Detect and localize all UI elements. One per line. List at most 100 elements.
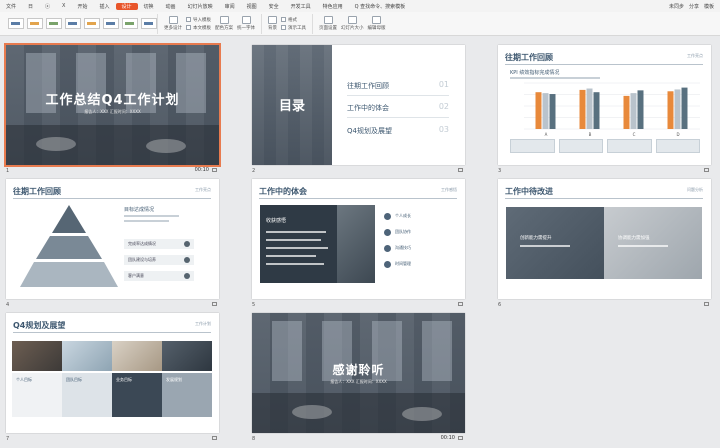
theme-gallery <box>0 18 157 29</box>
slide-thumb-2[interactable]: 目录 往期工作回顾 01 工作中的体会 02 Q4规划及展望 03 2 <box>252 45 465 176</box>
menu-home[interactable]: 开始 <box>71 3 93 10</box>
pyramid-label: 目标达成情况 <box>124 207 155 213</box>
slide-1[interactable]: 工作总结Q4工作计划 报告人：XXX 汇报时间：XXXX <box>4 43 221 167</box>
transition-icon[interactable] <box>458 302 463 306</box>
tools-label: 演示工具 <box>288 25 306 31</box>
color-scheme-button[interactable]: 配色方案 <box>215 16 233 31</box>
text-line <box>618 245 668 247</box>
text-line <box>124 220 169 222</box>
slide-size-button[interactable]: 幻灯片大小 <box>341 16 364 31</box>
menu-undo[interactable]: ⓧ <box>39 3 56 10</box>
transition-icon[interactable] <box>212 436 217 440</box>
slide-thumb-1[interactable]: 工作总结Q4工作计划 报告人：XXX 汇报时间：XXXX 1 00:10 <box>4 43 221 176</box>
menu-redo[interactable]: Ⅹ <box>56 3 71 9</box>
clock-icon <box>384 261 391 268</box>
slide-number: 4 <box>6 302 10 308</box>
slide-thumb-5[interactable]: 工作中的体会 工作感悟 收获感悟 个人成长 团队协作 沟通技巧 时间管理 5 <box>252 179 465 310</box>
chart-bar <box>623 95 630 129</box>
menu-slideshow[interactable]: 幻灯片放映 <box>182 3 219 10</box>
star-icon <box>184 273 190 279</box>
divider <box>259 198 457 199</box>
theme-thumb[interactable] <box>122 18 138 29</box>
slide-thumb-3[interactable]: 往期工作回顾 工作亮点 KPI 绩效指标完成情况 A B C D 3 <box>498 45 711 176</box>
menu-review[interactable]: 审阅 <box>219 3 241 10</box>
doc-template-button[interactable]: 本文模板 <box>186 25 211 31</box>
col-title-1: 个人目标 <box>16 377 32 382</box>
background-button[interactable]: 背景 <box>268 16 277 31</box>
toc-item-3: Q4规划及展望 <box>347 127 392 135</box>
menu-insert[interactable]: 插入 <box>94 3 116 10</box>
format-button[interactable]: 格式 <box>281 17 306 23</box>
slide-heading: Q4规划及展望 <box>13 321 66 330</box>
toc-item-2: 工作中的体会 <box>347 104 389 112</box>
share-button[interactable]: 分享 <box>689 3 699 10</box>
menu-file[interactable]: 文件 <box>0 3 22 10</box>
sync-status[interactable]: 未同步 <box>669 3 684 10</box>
text-line <box>266 231 326 233</box>
transition-icon[interactable] <box>458 436 463 440</box>
transition-icon[interactable] <box>704 302 709 306</box>
slide-7[interactable]: Q4规划及展望 工作计划 个人目标 团队目标 业务目标 发展规划 <box>6 313 219 433</box>
toc-item-1: 往期工作回顾 <box>347 82 389 90</box>
edit-master-button[interactable]: 编辑母版 <box>368 16 386 31</box>
menu-apps[interactable]: 特色应用 <box>317 3 349 10</box>
chip-3: 客户满意 <box>124 271 194 281</box>
chip-label: 团队建设与培养 <box>128 257 156 262</box>
theme-thumb[interactable] <box>27 18 43 29</box>
slide-2[interactable]: 目录 往期工作回顾 01 工作中的体会 02 Q4规划及展望 03 <box>252 45 465 165</box>
slide-thumb-8[interactable]: 感谢聆听 报告人：XXX 汇报时间：XXXX 8 00:10 <box>252 313 465 444</box>
slide-4[interactable]: 往期工作回顾 工作亮点 目标达成情况 完成率达成情况 团队建设与培养 客户满意 <box>6 179 219 299</box>
divider <box>13 198 211 199</box>
menu-save[interactable]: 日 <box>22 3 39 10</box>
pyramid-tier-2 <box>36 236 102 259</box>
template-button[interactable]: 模板 <box>704 3 714 10</box>
chart-footer <box>510 139 700 153</box>
divider <box>347 95 449 96</box>
toc-title: 目录 <box>278 99 305 114</box>
theme-thumb[interactable] <box>141 18 157 29</box>
divider <box>13 332 211 333</box>
slide-thumb-4[interactable]: 往期工作回顾 工作亮点 目标达成情况 完成率达成情况 团队建设与培养 客户满意 … <box>6 179 219 310</box>
theme-thumb[interactable] <box>65 18 81 29</box>
menu-animation[interactable]: 动画 <box>160 3 182 10</box>
slide-6[interactable]: 工作中待改进 问题分析 创新能力需提升 协调能力需加强 <box>498 179 711 299</box>
slide-thumb-7[interactable]: Q4规划及展望 工作计划 个人目标 团队目标 业务目标 发展规划 7 <box>6 313 219 444</box>
theme-thumb[interactable] <box>8 18 24 29</box>
transition-icon[interactable] <box>212 168 217 172</box>
person-icon <box>384 213 391 220</box>
footer-box <box>510 139 555 153</box>
toc-photo: 目录 <box>252 45 332 165</box>
people-icon <box>184 257 190 263</box>
chip-label: 客户满意 <box>128 273 144 278</box>
menu-devtools[interactable]: 开发工具 <box>285 3 317 10</box>
slide-8[interactable]: 感谢聆听 报告人：XXX 汇报时间：XXXX <box>252 313 465 433</box>
import-template-button[interactable]: 导入模板 <box>186 17 211 23</box>
transition-icon[interactable] <box>212 302 217 306</box>
footer-box <box>558 139 603 153</box>
theme-thumb[interactable] <box>84 18 100 29</box>
transition-icon[interactable] <box>458 168 463 172</box>
menu-view[interactable]: 视图 <box>241 3 263 10</box>
tools-button[interactable]: 演示工具 <box>281 25 306 31</box>
point-1: 个人成长 <box>395 213 411 218</box>
slide-thumb-6[interactable]: 工作中待改进 问题分析 创新能力需提升 协调能力需加强 6 <box>498 179 711 310</box>
menu-transition[interactable]: 切换 <box>138 3 160 10</box>
slide-3[interactable]: 往期工作回顾 工作亮点 KPI 绩效指标完成情况 A B C D <box>498 45 711 165</box>
menu-security[interactable]: 安全 <box>263 3 285 10</box>
pyramid-tier-1 <box>52 205 86 233</box>
chart-bar <box>542 93 549 129</box>
menu-design[interactable]: 设计 <box>115 2 138 10</box>
ribbon: 更多设计 导入模板 本文模板 配色方案 统一字体 背景 格式 演示工具 页面设置 <box>0 12 720 36</box>
theme-thumb[interactable] <box>46 18 62 29</box>
slide-5[interactable]: 工作中的体会 工作感悟 收获感悟 个人成长 团队协作 沟通技巧 时间管理 <box>252 179 465 299</box>
search-command[interactable]: Q 查找命令、搜索模板 <box>349 3 412 10</box>
point-2: 团队协作 <box>395 229 411 234</box>
transition-icon[interactable] <box>704 168 709 172</box>
format-label: 格式 <box>288 17 297 23</box>
slide-number: 3 <box>498 168 502 174</box>
more-design-button[interactable]: 更多设计 <box>164 16 182 31</box>
unify-font-button[interactable]: 统一字体 <box>237 16 255 31</box>
page-setup-button[interactable]: 页面设置 <box>319 16 337 31</box>
palette-icon <box>219 16 229 24</box>
theme-thumb[interactable] <box>103 18 119 29</box>
